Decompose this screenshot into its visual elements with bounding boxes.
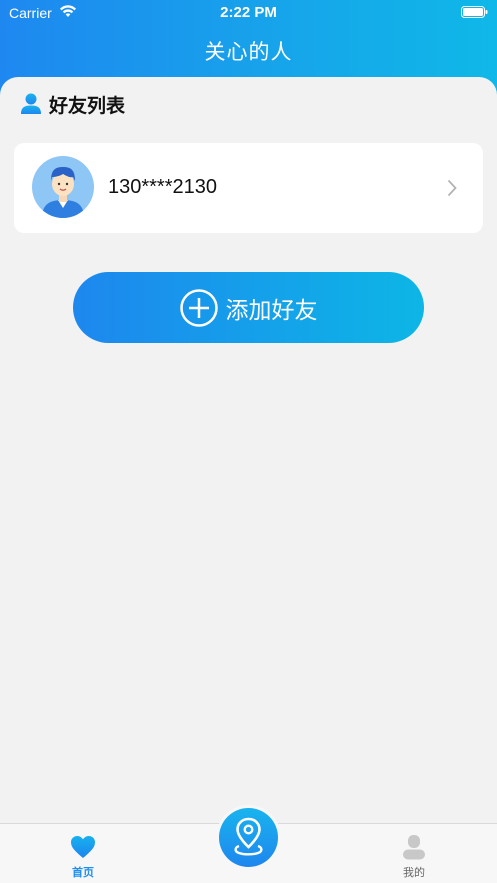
user-icon xyxy=(403,835,425,860)
tab-home[interactable]: 首页 xyxy=(53,834,113,880)
location-button[interactable] xyxy=(219,808,278,867)
status-time: 2:22 PM xyxy=(220,4,277,21)
friend-list-item[interactable]: 130****2130 xyxy=(14,143,483,233)
status-bar: Carrier 2:22 PM xyxy=(0,0,497,26)
plus-circle-icon xyxy=(179,288,218,327)
section-header: 好友列表 xyxy=(21,91,125,117)
page-title: 关心的人 xyxy=(204,40,293,64)
battery-icon xyxy=(461,6,488,18)
add-friend-label: 添加好友 xyxy=(225,297,318,324)
tab-mine[interactable]: 我的 xyxy=(384,834,444,880)
person-icon xyxy=(21,93,41,114)
heart-icon xyxy=(71,836,95,858)
section-title: 好友列表 xyxy=(49,94,126,117)
friend-phone: 130****2130 xyxy=(108,176,217,198)
location-pin-icon xyxy=(234,817,263,856)
avatar xyxy=(32,156,94,218)
tab-mine-label: 我的 xyxy=(403,866,425,879)
tab-home-label: 首页 xyxy=(72,866,94,879)
chevron-right-icon xyxy=(447,179,457,197)
main-content: 好友列表 130****2130 添加好友 xyxy=(0,77,497,823)
add-friend-button[interactable]: 添加好友 xyxy=(73,272,424,343)
